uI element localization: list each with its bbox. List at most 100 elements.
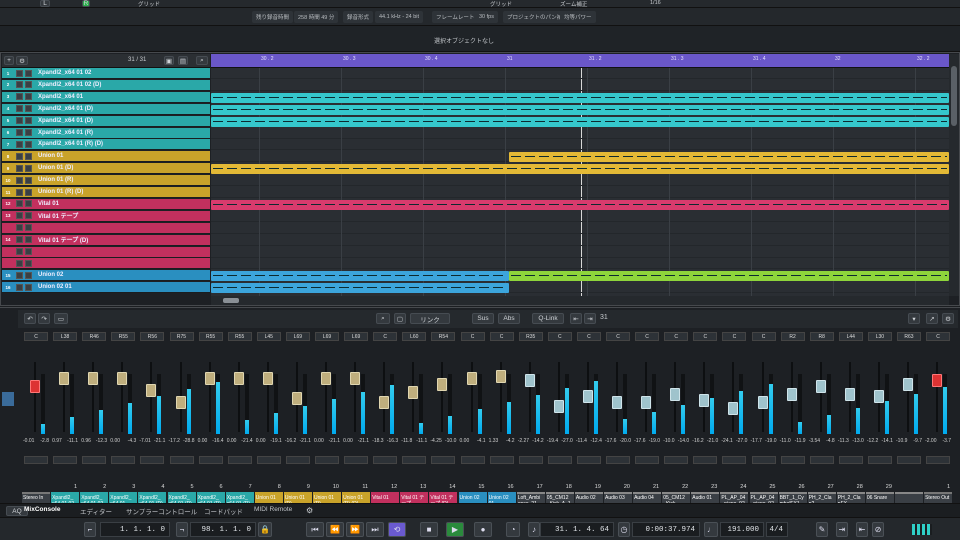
- punch-out-icon[interactable]: ⇤: [856, 522, 868, 537]
- stop-icon[interactable]: ■: [420, 522, 438, 537]
- mute-solo-buttons[interactable]: [140, 456, 165, 464]
- midi-event[interactable]: [211, 116, 949, 127]
- event-display[interactable]: [211, 68, 949, 296]
- track-lane[interactable]: [211, 187, 949, 198]
- sync-icon[interactable]: ⊘: [872, 522, 884, 537]
- left-locator[interactable]: 1. 1. 1. 0: [100, 522, 170, 537]
- mute-solo-buttons[interactable]: [169, 456, 194, 464]
- pan-knob[interactable]: C: [722, 332, 747, 341]
- pan-knob[interactable]: C: [576, 332, 601, 341]
- note-icon[interactable]: ♪: [528, 522, 540, 537]
- volume-value[interactable]: -2.27: [518, 438, 529, 444]
- track-row[interactable]: 5 Xpandl2_x64 01 (D): [2, 115, 210, 127]
- volume-value[interactable]: 0.00: [343, 438, 353, 444]
- track-name[interactable]: Xpandl2_x64 01: [38, 94, 83, 100]
- volume-fader[interactable]: [233, 372, 244, 385]
- cycle-icon[interactable]: ⟲: [388, 522, 406, 537]
- mute-button[interactable]: [16, 283, 23, 291]
- volume-value[interactable]: 0.00: [227, 438, 237, 444]
- midi-event[interactable]: [211, 283, 509, 294]
- volume-fader[interactable]: [786, 388, 797, 401]
- track-row[interactable]: [2, 246, 210, 258]
- mute-solo-buttons[interactable]: [344, 456, 369, 464]
- pan-knob[interactable]: L69: [285, 332, 310, 341]
- midi-event[interactable]: [211, 92, 949, 103]
- track-name[interactable]: Union 02: [38, 272, 63, 278]
- track-row[interactable]: 3 Xpandl2_x64 01: [2, 91, 210, 103]
- midi-event[interactable]: [211, 164, 949, 175]
- track-row[interactable]: 16 Union 02 01: [2, 282, 210, 294]
- left-zone-icon[interactable]: [2, 392, 14, 406]
- track-row[interactable]: 2 Xpandl2_x64 01 02 (D): [2, 79, 210, 91]
- volume-value[interactable]: -19.4: [547, 438, 558, 444]
- midi-event[interactable]: [211, 271, 509, 282]
- volume-fader[interactable]: [321, 372, 331, 385]
- volume-value[interactable]: -17.6: [605, 438, 616, 444]
- volume-value[interactable]: -18.3: [372, 438, 383, 444]
- horizontal-scrollbar[interactable]: [211, 296, 949, 305]
- volume-fader[interactable]: [408, 386, 419, 399]
- track-row[interactable]: 7 Xpandl2_x64 01 (R) (D): [2, 139, 210, 151]
- volume-value[interactable]: -12.2: [867, 438, 878, 444]
- mute-solo-buttons[interactable]: [897, 456, 921, 464]
- dropdown-icon[interactable]: ▾: [908, 313, 920, 324]
- arrow-icon[interactable]: [2, 408, 14, 422]
- volume-fader[interactable]: [30, 380, 40, 393]
- volume-value[interactable]: -17.7: [751, 438, 762, 444]
- volume-fader[interactable]: [262, 372, 273, 385]
- mute-button[interactable]: [16, 248, 23, 255]
- volume-value[interactable]: -11.4: [576, 438, 587, 444]
- mute-solo-buttons[interactable]: [576, 456, 601, 464]
- go-to-start-icon[interactable]: ⏮: [306, 522, 324, 537]
- pan-knob[interactable]: R55: [227, 332, 252, 341]
- track-lane[interactable]: [211, 139, 949, 151]
- solo-button[interactable]: [25, 69, 32, 77]
- volume-fader[interactable]: [175, 396, 186, 409]
- undo-icon[interactable]: ↶: [24, 313, 36, 324]
- solo-button[interactable]: [25, 212, 32, 220]
- track-row[interactable]: 4 Xpandl2_x64 01 (D): [2, 103, 210, 115]
- solo-button[interactable]: [25, 93, 32, 101]
- scroll-thumb[interactable]: [223, 298, 239, 303]
- volume-fader[interactable]: [204, 372, 215, 385]
- midi-event[interactable]: [211, 199, 949, 210]
- track-name[interactable]: Xpandl2_x64 01 (R): [38, 130, 93, 136]
- solo-button[interactable]: [25, 188, 32, 196]
- mute-solo-buttons[interactable]: [867, 456, 892, 464]
- volume-value[interactable]: 0.97: [52, 438, 62, 444]
- mute-solo-buttons[interactable]: [460, 456, 485, 464]
- gear-icon[interactable]: ⚙: [306, 506, 313, 515]
- time-signature[interactable]: 4/4: [766, 522, 788, 537]
- mute-button[interactable]: [16, 164, 23, 172]
- pan-knob[interactable]: L30: [867, 332, 892, 341]
- track-lane[interactable]: [211, 247, 949, 258]
- track-row[interactable]: 15 Union 02: [2, 270, 210, 282]
- volume-value[interactable]: -11.3: [838, 438, 849, 444]
- search-icon[interactable]: ⌕: [196, 56, 208, 65]
- camera-icon[interactable]: ▣: [164, 56, 174, 65]
- pan-knob[interactable]: L45: [256, 332, 281, 341]
- track-name[interactable]: Union 01 (R) (D): [38, 189, 83, 195]
- volume-fader[interactable]: [932, 374, 943, 387]
- volume-value[interactable]: 0.00: [110, 438, 120, 444]
- mute-solo-buttons[interactable]: [198, 456, 223, 464]
- volume-fader[interactable]: [903, 378, 913, 391]
- volume-fader[interactable]: [699, 394, 710, 407]
- abs-button[interactable]: Abs: [498, 313, 520, 324]
- pan-knob[interactable]: R54: [431, 332, 456, 341]
- volume-fader[interactable]: [844, 388, 855, 401]
- track-name[interactable]: Union 01 (D): [38, 165, 73, 171]
- volume-value[interactable]: 0.00: [460, 438, 470, 444]
- go-to-end-icon[interactable]: ⏭: [366, 522, 384, 537]
- mute-solo-buttons[interactable]: [926, 456, 951, 464]
- mute-solo-buttons[interactable]: [518, 456, 543, 464]
- mute-button[interactable]: [16, 271, 23, 279]
- mute-button[interactable]: [16, 140, 23, 148]
- volume-value[interactable]: -2.00: [925, 438, 936, 444]
- pan-law-value[interactable]: 均等パワー: [560, 11, 596, 23]
- prev-channel-icon[interactable]: ⇤: [570, 313, 582, 324]
- mute-solo-buttons[interactable]: [402, 456, 427, 464]
- mute-solo-buttons[interactable]: [285, 456, 310, 464]
- search-icon[interactable]: ⌕: [376, 313, 390, 324]
- volume-fader[interactable]: [146, 384, 157, 397]
